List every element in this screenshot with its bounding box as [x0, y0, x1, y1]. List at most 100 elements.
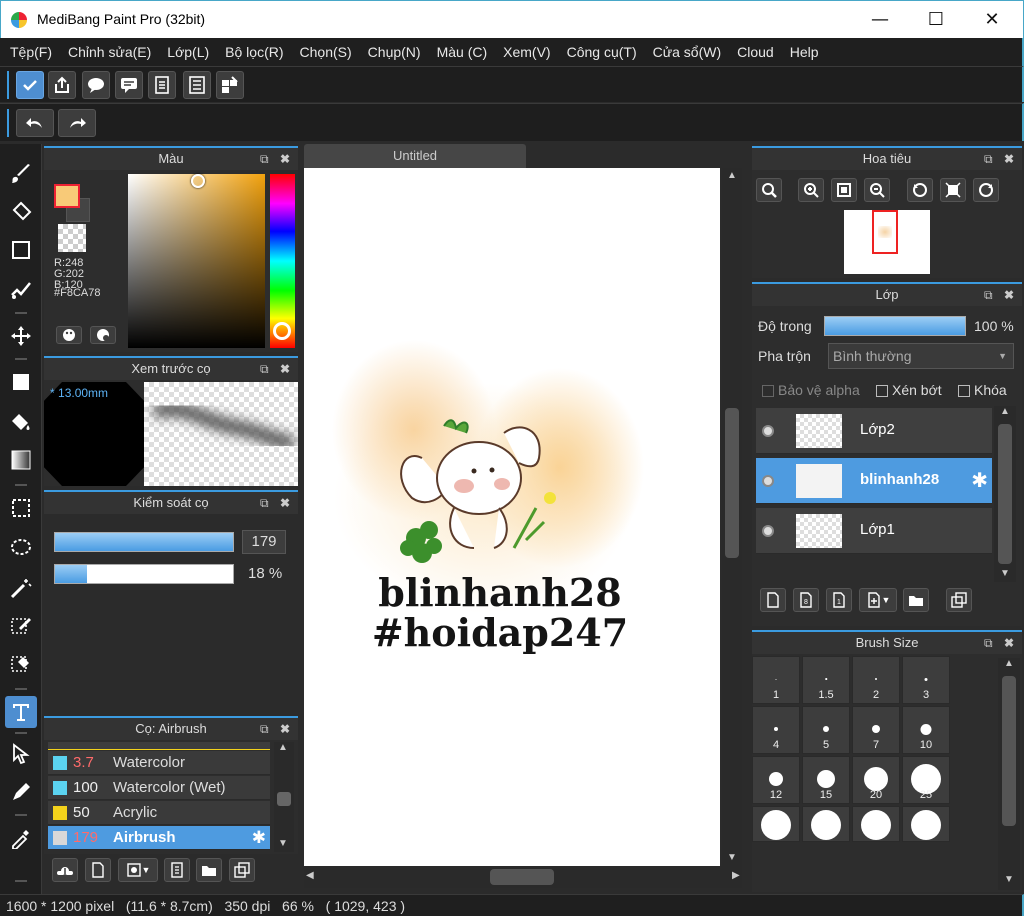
- reset-view-button[interactable]: [940, 178, 966, 202]
- operation-tool[interactable]: [5, 738, 37, 770]
- menu-item-0[interactable]: Tệp(F): [2, 44, 60, 60]
- close-panel-icon[interactable]: ✖: [1004, 632, 1014, 654]
- select-tool[interactable]: [5, 492, 37, 524]
- brush-size-preset[interactable]: [752, 806, 800, 842]
- gear-icon[interactable]: ✱: [971, 468, 988, 493]
- fit-window-button[interactable]: [831, 178, 857, 202]
- brush-size-preset[interactable]: 2: [852, 656, 900, 704]
- duplicate-brush-button[interactable]: [229, 858, 255, 882]
- toolbar-grip[interactable]: [7, 109, 9, 137]
- close-panel-icon[interactable]: ✖: [280, 492, 290, 514]
- page-button[interactable]: [148, 71, 176, 99]
- export-button[interactable]: [48, 71, 76, 99]
- menu-item-2[interactable]: Lớp(L): [159, 44, 217, 60]
- menu-item-9[interactable]: Cửa sổ(W): [645, 44, 729, 60]
- brush-size-preset[interactable]: 1.5: [802, 656, 850, 704]
- brush-size-slider[interactable]: [54, 532, 234, 552]
- close-panel-icon[interactable]: ✖: [1004, 148, 1014, 170]
- brush-size-preset[interactable]: 10: [902, 706, 950, 754]
- menu-item-5[interactable]: Chụp(N): [360, 44, 429, 60]
- color-picker-button[interactable]: [90, 326, 116, 344]
- bucket-tool[interactable]: [5, 406, 37, 438]
- menu-item-8[interactable]: Công cụ(T): [559, 44, 645, 60]
- brush-list-item[interactable]: 100 Watercolor (Wet): [48, 776, 270, 800]
- close-panel-icon[interactable]: ✖: [1004, 284, 1014, 306]
- fill-rect-tool[interactable]: [5, 366, 37, 398]
- close-button[interactable]: ✕: [969, 1, 1015, 38]
- canvas-horizontal-scrollbar[interactable]: ◀ ▶: [304, 866, 742, 888]
- zoom-fit-button[interactable]: [756, 178, 782, 202]
- duplicate-layer-button[interactable]: [946, 588, 972, 612]
- gear-icon[interactable]: ✱: [252, 826, 266, 850]
- brush-opacity-slider[interactable]: [54, 564, 234, 584]
- sv-picker-handle[interactable]: [191, 174, 205, 188]
- lasso-tool[interactable]: [5, 532, 37, 564]
- new-brush-button[interactable]: [85, 858, 111, 882]
- navigator-thumbnail[interactable]: [844, 210, 930, 274]
- canvas-vertical-scrollbar[interactable]: ▲ ▼: [722, 168, 742, 866]
- undock-icon[interactable]: ⧉: [984, 148, 993, 170]
- hue-slider-handle[interactable]: [273, 322, 291, 340]
- gradient-tool[interactable]: [5, 444, 37, 476]
- brush-list-item[interactable]: 50 Acrylic: [48, 801, 270, 825]
- toolbar-grip[interactable]: [7, 71, 9, 99]
- undock-icon[interactable]: ⧉: [260, 718, 269, 740]
- blend-mode-select[interactable]: Bình thường ▼: [828, 343, 1014, 369]
- saturation-value-picker[interactable]: [128, 174, 265, 348]
- color-palette-button[interactable]: [56, 326, 82, 344]
- select-pen-tool[interactable]: [5, 610, 37, 642]
- undock-icon[interactable]: ⧉: [984, 632, 993, 654]
- close-panel-icon[interactable]: ✖: [280, 718, 290, 740]
- zoom-in-button[interactable]: [798, 178, 824, 202]
- undock-icon[interactable]: ⧉: [984, 284, 993, 306]
- brush-size-preset[interactable]: 4: [752, 706, 800, 754]
- maximize-button[interactable]: ☐: [913, 1, 959, 38]
- dot-tool[interactable]: [5, 274, 37, 306]
- menu-item-4[interactable]: Chọn(S): [292, 44, 360, 60]
- menu-item-7[interactable]: Xem(V): [495, 44, 558, 60]
- brush-size-preset[interactable]: 20: [852, 756, 900, 804]
- brush-size-preset[interactable]: 3: [902, 656, 950, 704]
- undock-icon[interactable]: ⧉: [260, 358, 269, 380]
- brush-size-preset[interactable]: 25: [902, 756, 950, 804]
- visibility-toggle-icon[interactable]: [762, 525, 774, 537]
- layer-folder-button[interactable]: [903, 588, 929, 612]
- add-layer-dropdown[interactable]: ▼: [859, 588, 897, 612]
- rotate-right-button[interactable]: [973, 178, 999, 202]
- layer-opacity-slider[interactable]: [824, 316, 966, 336]
- comment-button[interactable]: [115, 71, 143, 99]
- undock-icon[interactable]: ⧉: [260, 148, 269, 170]
- transparent-color-swatch[interactable]: [58, 224, 86, 252]
- add-brush-dropdown[interactable]: ▼: [118, 858, 158, 882]
- layer-row[interactable]: Lớp1: [756, 508, 992, 554]
- scroll-left-icon[interactable]: ◀: [306, 870, 314, 881]
- eyedropper-tool[interactable]: [5, 822, 37, 854]
- vertical-scroll-thumb[interactable]: [725, 408, 739, 558]
- brush-list-item[interactable]: 179 Airbrush ✱: [48, 826, 270, 850]
- visibility-toggle-icon[interactable]: [762, 425, 774, 437]
- close-panel-icon[interactable]: ✖: [280, 358, 290, 380]
- visibility-toggle-icon[interactable]: [762, 475, 774, 487]
- brush-tool[interactable]: [5, 158, 37, 190]
- brush-size-scrollbar[interactable]: ▲ ▼: [998, 658, 1020, 890]
- undock-icon[interactable]: ⧉: [260, 492, 269, 514]
- brush-list-item[interactable]: 3.7 Watercolor: [48, 751, 270, 775]
- menu-item-10[interactable]: Cloud: [729, 44, 782, 60]
- layer-row[interactable]: blinhanh28 ✱: [756, 458, 992, 504]
- menu-item-3[interactable]: Bộ lọc(R): [217, 44, 291, 60]
- rectangle-tool[interactable]: [5, 234, 37, 266]
- zoom-out-button[interactable]: [864, 178, 890, 202]
- rotate-left-button[interactable]: [907, 178, 933, 202]
- hue-slider[interactable]: [270, 174, 295, 348]
- brush-size-preset[interactable]: 7: [852, 706, 900, 754]
- brush-cloud-button[interactable]: [52, 858, 78, 882]
- layers-scrollbar[interactable]: ▲ ▼: [994, 406, 1016, 582]
- menu-item-11[interactable]: Help: [782, 44, 827, 60]
- brush-size-preset[interactable]: 1: [752, 656, 800, 704]
- speech-bubble-button[interactable]: [82, 71, 110, 99]
- scroll-right-icon[interactable]: ▶: [732, 870, 740, 881]
- move-tool[interactable]: [5, 320, 37, 352]
- menu-item-6[interactable]: Màu (C): [429, 44, 496, 60]
- brush-size-field[interactable]: 179: [242, 530, 286, 554]
- brush-folder-button[interactable]: [196, 858, 222, 882]
